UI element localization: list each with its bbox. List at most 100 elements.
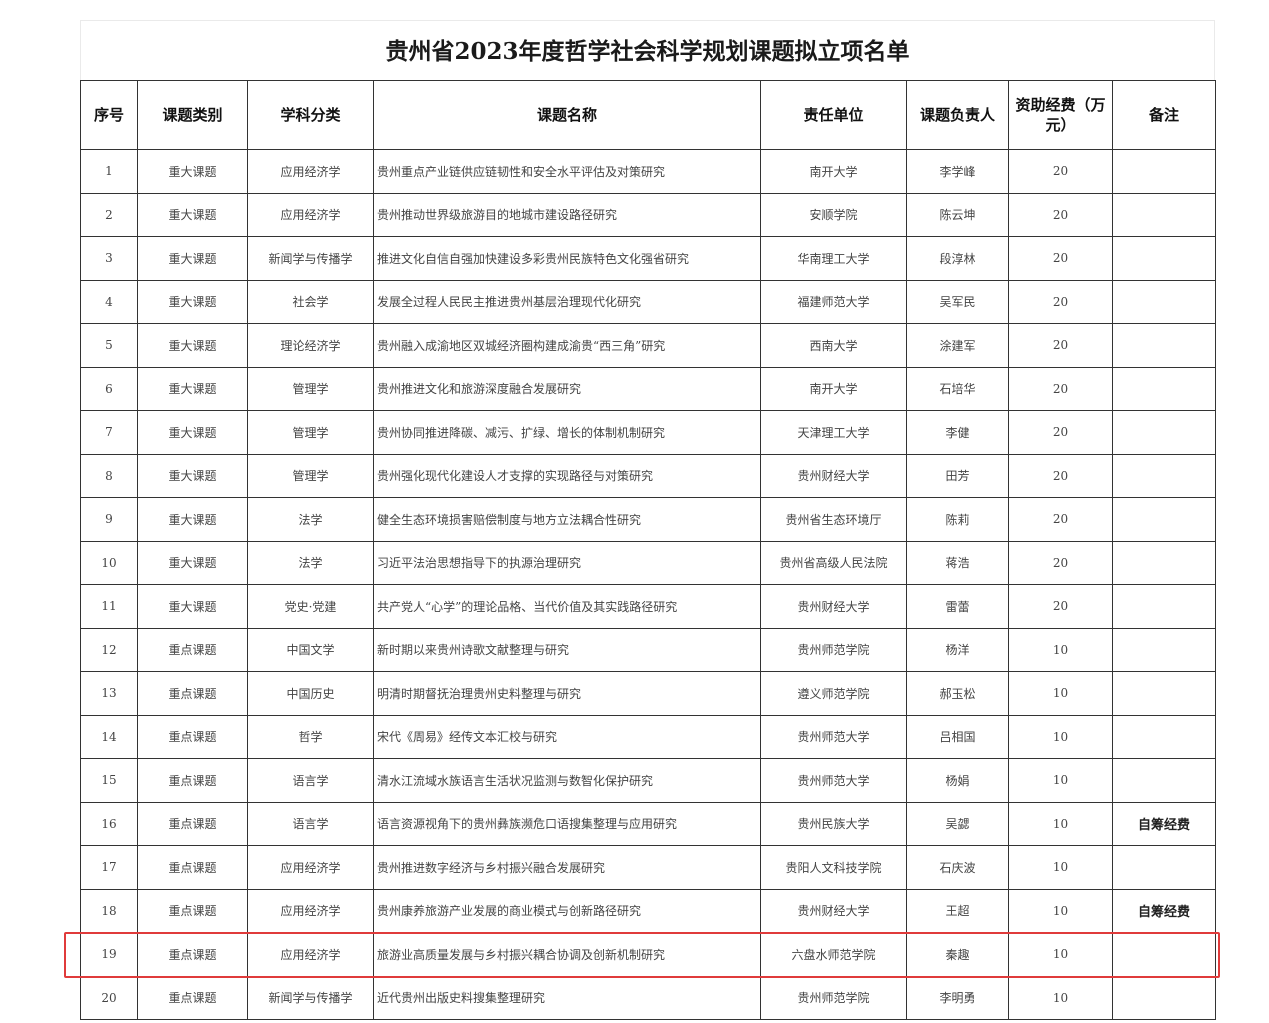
cell-institution: 贵州省生态环境厅 bbox=[760, 497, 907, 542]
cell-category: 重大课题 bbox=[137, 453, 248, 498]
cell-index: 2 bbox=[80, 192, 138, 237]
cell-project-name: 宋代《周易》经传文本汇校与研究 bbox=[373, 714, 761, 759]
cell-remarks bbox=[1112, 932, 1216, 977]
cell-project-name: 近代贵州出版史料搜集整理研究 bbox=[373, 975, 761, 1020]
cell-index: 17 bbox=[80, 845, 138, 890]
cell-leader: 秦趣 bbox=[906, 932, 1009, 977]
cell-category: 重大课题 bbox=[137, 192, 248, 237]
cell-project-name: 语言资源视角下的贵州彝族濒危口语搜集整理与应用研究 bbox=[373, 801, 761, 846]
cell-institution: 华南理工大学 bbox=[760, 236, 907, 281]
table-row: 20 重点课题 新闻学与传播学 近代贵州出版史料搜集整理研究 贵州师范学院 李明勇 10 bbox=[80, 975, 1216, 1020]
cell-funding: 20 bbox=[1008, 323, 1113, 368]
cell-leader: 吴军民 bbox=[906, 279, 1009, 324]
cell-funding: 20 bbox=[1008, 497, 1113, 542]
cell-remarks bbox=[1112, 236, 1216, 281]
cell-discipline: 应用经济学 bbox=[247, 149, 374, 194]
cell-remarks bbox=[1112, 149, 1216, 194]
cell-project-name: 发展全过程人民民主推进贵州基层治理现代化研究 bbox=[373, 279, 761, 324]
cell-leader: 雷蕾 bbox=[906, 584, 1009, 629]
cell-institution: 西南大学 bbox=[760, 323, 907, 368]
table-row: 19 重点课题 应用经济学 旅游业高质量发展与乡村振兴耦合协调及创新机制研究 六盘水师范… bbox=[80, 932, 1216, 977]
col-header-discipline: 学科分类 bbox=[247, 80, 374, 150]
table-header-row: 序号 课题类别 学科分类 课题名称 责任单位 课题负责人 资助经费（万元） 备注 bbox=[80, 80, 1216, 150]
cell-funding: 10 bbox=[1008, 801, 1113, 846]
cell-remarks bbox=[1112, 627, 1216, 672]
table-row: 6 重大课题 管理学 贵州推进文化和旅游深度融合发展研究 南开大学 石培华 20 bbox=[80, 366, 1216, 411]
table-row: 18 重点课题 应用经济学 贵州康养旅游产业发展的商业模式与创新路径研究 贵州财经大学王… bbox=[80, 888, 1216, 933]
cell-index: 19 bbox=[80, 932, 138, 977]
cell-institution: 贵州师范大学 bbox=[760, 714, 907, 759]
cell-funding: 10 bbox=[1008, 932, 1113, 977]
cell-project-name: 贵州推进数字经济与乡村振兴融合发展研究 bbox=[373, 845, 761, 890]
cell-funding: 20 bbox=[1008, 410, 1113, 455]
cell-discipline: 中国历史 bbox=[247, 671, 374, 716]
table-body: 1 重大课题 应用经济学 贵州重点产业链供应链韧性和安全水平评估及对策研究 南开大学 李学… bbox=[80, 149, 1216, 1020]
cell-institution: 福建师范大学 bbox=[760, 279, 907, 324]
col-header-institution: 责任单位 bbox=[760, 80, 907, 150]
cell-remarks bbox=[1112, 279, 1216, 324]
cell-institution: 南开大学 bbox=[760, 149, 907, 194]
cell-remarks bbox=[1112, 584, 1216, 629]
cell-discipline: 社会学 bbox=[247, 279, 374, 324]
cell-category: 重点课题 bbox=[137, 975, 248, 1020]
cell-discipline: 中国文学 bbox=[247, 627, 374, 672]
cell-institution: 安顺学院 bbox=[760, 192, 907, 237]
cell-leader: 李学峰 bbox=[906, 149, 1009, 194]
cell-index: 4 bbox=[80, 279, 138, 324]
table-row: 5 重大课题 理论经济学 贵州融入成渝地区双城经济圈构建成渝贵“西三角”研究 西南大学涂… bbox=[80, 323, 1216, 368]
cell-project-name: 贵州重点产业链供应链韧性和安全水平评估及对策研究 bbox=[373, 149, 761, 194]
cell-leader: 杨娟 bbox=[906, 758, 1009, 803]
col-header-index: 序号 bbox=[80, 80, 138, 150]
cell-leader: 石培华 bbox=[906, 366, 1009, 411]
cell-leader: 杨洋 bbox=[906, 627, 1009, 672]
cell-funding: 20 bbox=[1008, 584, 1113, 629]
cell-category: 重点课题 bbox=[137, 801, 248, 846]
table-row: 12 重点课题 中国文学 新时期以来贵州诗歌文献整理与研究 贵州师范学院 杨洋 10 bbox=[80, 627, 1216, 672]
cell-index: 6 bbox=[80, 366, 138, 411]
cell-discipline: 语言学 bbox=[247, 801, 374, 846]
cell-index: 15 bbox=[80, 758, 138, 803]
cell-index: 7 bbox=[80, 410, 138, 455]
cell-funding: 20 bbox=[1008, 453, 1113, 498]
cell-discipline: 应用经济学 bbox=[247, 932, 374, 977]
cell-institution: 贵州师范学院 bbox=[760, 975, 907, 1020]
cell-project-name: 健全生态环境损害赔偿制度与地方立法耦合性研究 bbox=[373, 497, 761, 542]
cell-index: 18 bbox=[80, 888, 138, 933]
cell-leader: 蒋浩 bbox=[906, 540, 1009, 585]
cell-institution: 贵州师范学院 bbox=[760, 627, 907, 672]
table-row: 3 重大课题 新闻学与传播学 推进文化自信自强加快建设多彩贵州民族特色文化强省研究 华南… bbox=[80, 236, 1216, 281]
cell-discipline: 语言学 bbox=[247, 758, 374, 803]
table-row: 8 重大课题 管理学 贵州强化现代化建设人才支撑的实现路径与对策研究 贵州财经大学 田芳 2… bbox=[80, 453, 1216, 498]
table-row: 2 重大课题 应用经济学 贵州推动世界级旅游目的地城市建设路径研究 安顺学院 陈云坤 20 bbox=[80, 192, 1216, 237]
cell-leader: 石庆波 bbox=[906, 845, 1009, 890]
cell-category: 重大课题 bbox=[137, 497, 248, 542]
cell-remarks bbox=[1112, 845, 1216, 890]
cell-discipline: 法学 bbox=[247, 540, 374, 585]
cell-funding: 10 bbox=[1008, 671, 1113, 716]
cell-discipline: 哲学 bbox=[247, 714, 374, 759]
cell-project-name: 共产党人“心学”的理论品格、当代价值及其实践路径研究 bbox=[373, 584, 761, 629]
cell-project-name: 贵州推动世界级旅游目的地城市建设路径研究 bbox=[373, 192, 761, 237]
cell-discipline: 管理学 bbox=[247, 366, 374, 411]
cell-index: 12 bbox=[80, 627, 138, 672]
cell-remarks bbox=[1112, 714, 1216, 759]
table-row: 13 重点课题 中国历史 明清时期督抚治理贵州史料整理与研究 遵义师范学院 郝玉松 10 bbox=[80, 671, 1216, 716]
cell-category: 重大课题 bbox=[137, 366, 248, 411]
cell-category: 重点课题 bbox=[137, 758, 248, 803]
table-row: 9 重大课题 法学 健全生态环境损害赔偿制度与地方立法耦合性研究 贵州省生态环境厅 陈莉 2… bbox=[80, 497, 1216, 542]
cell-funding: 10 bbox=[1008, 758, 1113, 803]
cell-index: 11 bbox=[80, 584, 138, 629]
cell-index: 14 bbox=[80, 714, 138, 759]
cell-leader: 吴勰 bbox=[906, 801, 1009, 846]
cell-remarks bbox=[1112, 975, 1216, 1020]
cell-project-name: 贵州强化现代化建设人才支撑的实现路径与对策研究 bbox=[373, 453, 761, 498]
cell-category: 重大课题 bbox=[137, 540, 248, 585]
cell-project-name: 习近平法治思想指导下的执源治理研究 bbox=[373, 540, 761, 585]
cell-index: 8 bbox=[80, 453, 138, 498]
cell-index: 10 bbox=[80, 540, 138, 585]
table-row: 16 重点课题 语言学 语言资源视角下的贵州彝族濒危口语搜集整理与应用研究 贵州民族大学… bbox=[80, 801, 1216, 846]
cell-discipline: 党史·党建 bbox=[247, 584, 374, 629]
cell-category: 重点课题 bbox=[137, 671, 248, 716]
table-row: 10 重大课题 法学 习近平法治思想指导下的执源治理研究 贵州省高级人民法院 蒋浩 20 bbox=[80, 540, 1216, 585]
cell-funding: 20 bbox=[1008, 236, 1113, 281]
